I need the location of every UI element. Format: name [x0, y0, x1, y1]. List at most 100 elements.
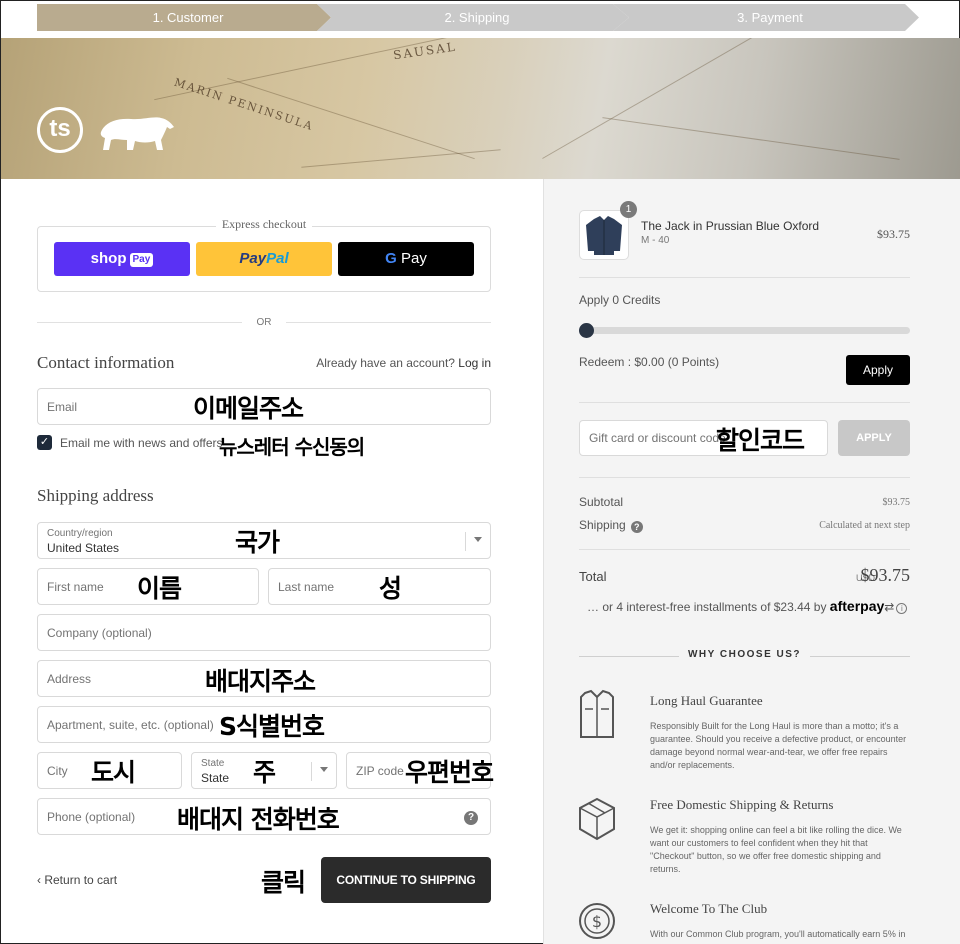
- email-placeholder: Email: [47, 400, 78, 414]
- bear-logo-icon: [100, 117, 174, 150]
- product-thumbnail: [579, 210, 629, 260]
- paypal-button[interactable]: PayPal: [196, 242, 332, 276]
- annotation-country: 국가: [235, 528, 280, 557]
- annotation-email: 이메일주소: [193, 394, 304, 423]
- product-variant: M - 40: [641, 235, 670, 246]
- paypal-label-b: Pal: [266, 250, 289, 267]
- shop-pay-label: shop: [90, 250, 127, 267]
- annotation-continue: 클릭: [261, 868, 306, 897]
- map-banner: SAUSAL MARIN PENINSULA ts: [1, 38, 960, 179]
- info-icon[interactable]: i: [896, 603, 908, 614]
- step-customer-label: 1. Customer: [152, 10, 224, 25]
- country-value: United States: [47, 541, 120, 555]
- last-name-placeholder: Last name: [278, 580, 335, 594]
- annotation-address: 배대지주소: [205, 667, 316, 696]
- country-label: Country/region: [47, 528, 113, 539]
- product-name: The Jack in Prussian Blue Oxford: [641, 219, 820, 233]
- afterpay-installments: … or 4 interest-free installments of $23…: [587, 600, 827, 614]
- newsletter-checkbox[interactable]: ✓: [37, 435, 52, 450]
- shirt-outline-icon: [580, 689, 614, 738]
- annotation-zip: 우편번호: [405, 758, 494, 787]
- or-text: OR: [256, 317, 272, 328]
- discount-placeholder: Gift card or discount code: [589, 431, 726, 445]
- company-field[interactable]: Company (optional): [37, 614, 491, 651]
- map-label-sausalito: SAUSAL: [392, 39, 458, 63]
- ts-logo[interactable]: ts: [37, 107, 83, 153]
- shipping-value: Calculated at next step: [819, 520, 910, 531]
- why-choose-us-title: WHY CHOOSE US?: [687, 649, 802, 660]
- apartment-placeholder: Apartment, suite, etc. (optional): [47, 718, 214, 732]
- feature-title-club: Welcome To The Club: [650, 901, 768, 916]
- checkout-steps: 1. Customer 2. Shipping 3. Payment: [37, 4, 919, 31]
- subtotal-label: Subtotal: [579, 495, 624, 509]
- apply-discount-button[interactable]: APPLY: [838, 420, 910, 456]
- first-name-placeholder: First name: [47, 580, 104, 594]
- ts-logo-text: ts: [49, 115, 71, 142]
- step-payment[interactable]: 3. Payment: [613, 4, 919, 31]
- redeem-text: Redeem : $0.00 (0 Points): [579, 355, 720, 369]
- help-icon[interactable]: ?: [464, 811, 478, 825]
- newsletter-label: Email me with news and offers: [60, 436, 223, 450]
- box-icon: [579, 797, 615, 841]
- shop-pay-button[interactable]: shop Pay: [54, 242, 190, 276]
- afterpay-arrows-icon: ⇄: [884, 600, 895, 614]
- express-checkout-box: shop Pay PayPal G Pay: [37, 226, 491, 292]
- shipping-label: Shipping: [579, 518, 626, 532]
- phone-placeholder: Phone (optional): [47, 810, 136, 824]
- login-hint: Already have an account? Log in: [316, 356, 491, 370]
- state-value: State: [201, 771, 230, 785]
- total-label: Total: [579, 569, 607, 584]
- annotation-state: 주: [253, 758, 276, 787]
- or-divider: OR: [37, 315, 491, 331]
- chevron-down-icon: [474, 537, 482, 542]
- step-customer[interactable]: 1. Customer: [37, 4, 331, 31]
- feature-body-club: With our Common Club program, you'll aut…: [650, 929, 906, 939]
- order-summary: 1 The Jack in Prussian Blue Oxford M - 4…: [543, 179, 960, 944]
- checkout-form: shop Pay PayPal G Pay Express checkout OR…: [1, 179, 543, 944]
- annotation-newsletter: 뉴스레터 수신동의: [219, 435, 365, 459]
- apply-credits-button[interactable]: Apply: [846, 355, 910, 385]
- step-shipping-label: 2. Shipping: [444, 10, 510, 25]
- credits-slider-track[interactable]: [579, 327, 910, 334]
- afterpay-text: … or 4 interest-free installments of $23…: [587, 598, 908, 614]
- annotation-last-name: 성: [379, 574, 402, 603]
- login-hint-text: Already have an account?: [316, 356, 455, 370]
- contact-heading: Contact information: [37, 353, 175, 372]
- chevron-down-icon: [320, 767, 328, 772]
- credits-label: Apply 0 Credits: [579, 293, 661, 307]
- coin-icon: $: [579, 903, 615, 939]
- return-to-cart-label: Return to cart: [44, 873, 118, 887]
- state-label: State: [201, 758, 225, 769]
- subtotal-value: $93.75: [882, 497, 911, 508]
- shipping-label-row: Shipping?: [579, 518, 643, 533]
- shop-pay-pill: Pay: [129, 253, 154, 267]
- product-price: $93.75: [877, 227, 910, 241]
- credits-slider-handle[interactable]: [579, 323, 594, 338]
- express-checkout-title: Express checkout: [37, 217, 491, 232]
- annotation-apartment: S식별번호: [219, 712, 325, 741]
- shipping-heading: Shipping address: [37, 486, 154, 505]
- google-pay-button[interactable]: G Pay: [338, 242, 474, 276]
- city-placeholder: City: [47, 764, 68, 778]
- google-g-icon: G: [385, 250, 397, 267]
- annotation-first-name: 이름: [137, 574, 182, 603]
- total-value: $93.75: [860, 565, 911, 585]
- annotation-city: 도시: [91, 758, 136, 787]
- svg-text:$: $: [592, 912, 602, 931]
- login-link[interactable]: Log in: [458, 356, 491, 370]
- afterpay-logo: afterpay: [829, 598, 885, 614]
- feature-body-shipping: We get it: shopping online can feel a bi…: [650, 825, 902, 874]
- step-shipping[interactable]: 2. Shipping: [317, 4, 629, 31]
- company-placeholder: Company (optional): [47, 626, 152, 640]
- google-pay-label: Pay: [400, 250, 427, 267]
- annotation-phone: 배대지 전화번호: [177, 805, 340, 834]
- paypal-label-a: Pay: [239, 250, 267, 267]
- feature-title-shipping: Free Domestic Shipping & Returns: [650, 797, 834, 812]
- address-placeholder: Address: [47, 672, 92, 686]
- step-payment-label: 3. Payment: [737, 10, 803, 25]
- return-to-cart-link[interactable]: ‹ Return to cart: [37, 873, 117, 887]
- help-icon[interactable]: ?: [630, 521, 643, 533]
- feature-title-guarantee: Long Haul Guarantee: [650, 693, 763, 708]
- continue-to-shipping-button[interactable]: CONTINUE TO SHIPPING: [321, 857, 491, 903]
- why-choose-us-divider: WHY CHOOSE US?: [579, 649, 910, 663]
